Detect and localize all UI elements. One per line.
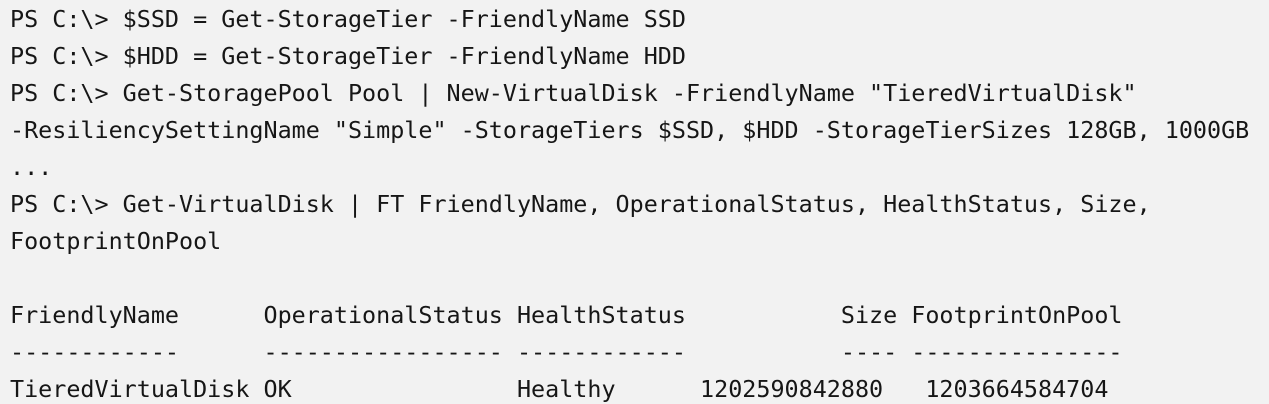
command-line-get-virtual-disk: PS C:\> Get-VirtualDisk | FT FriendlyNam… xyxy=(10,190,1151,218)
command-line-hdd: PS C:\> $HDD = Get-StorageTier -Friendly… xyxy=(10,42,686,70)
output-table-separator: ------------ ----------------- ---------… xyxy=(10,338,1123,366)
output-table-row: TieredVirtualDisk OK Healthy 12025908428… xyxy=(10,375,1109,403)
powershell-console: PS C:\> $SSD = Get-StorageTier -Friendly… xyxy=(0,0,1269,404)
command-continuation-line: -ResiliencySettingName "Simple" -Storage… xyxy=(10,116,1250,144)
command-continuation-line-2: FootprintOnPool xyxy=(10,227,222,255)
ellipsis-line: ... xyxy=(10,153,53,181)
command-line-new-virtual-disk: PS C:\> Get-StoragePool Pool | New-Virtu… xyxy=(10,79,1137,107)
command-line-ssd: PS C:\> $SSD = Get-StorageTier -Friendly… xyxy=(10,5,686,33)
output-table-header: FriendlyName OperationalStatus HealthSta… xyxy=(10,301,1123,329)
